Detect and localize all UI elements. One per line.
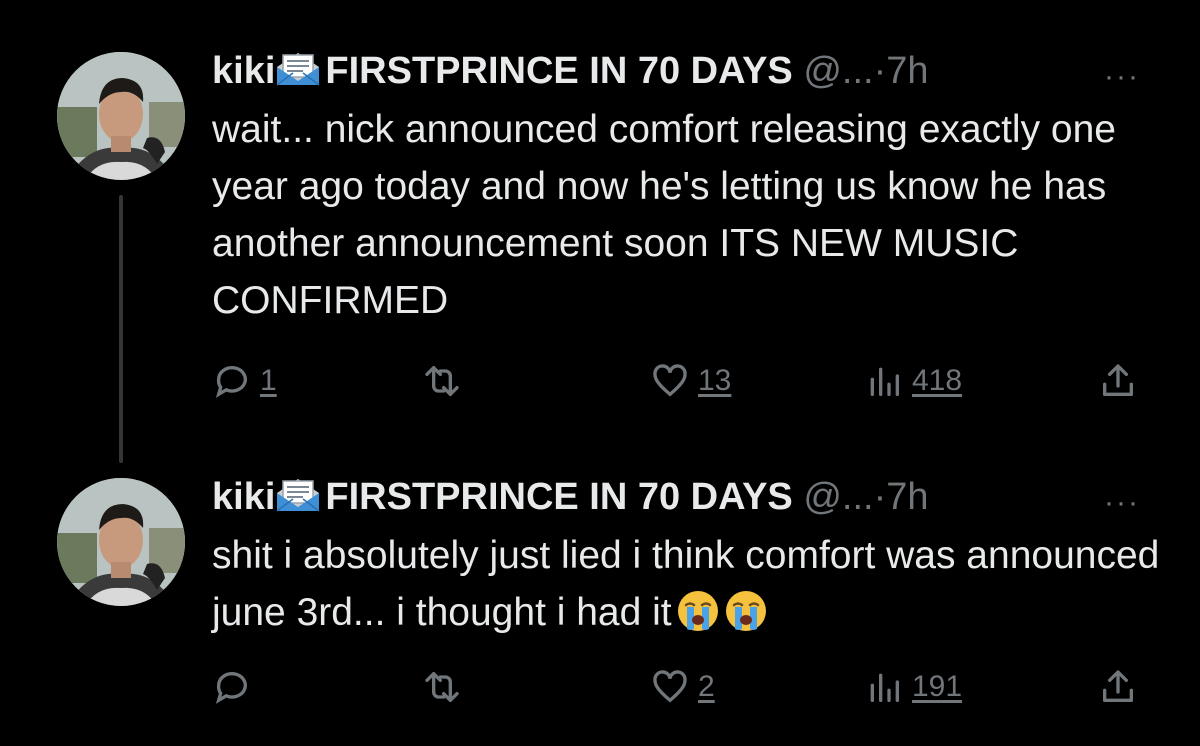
tweet-text: wait... nick announced comfort releasing… <box>212 101 1172 329</box>
loudly-crying-face-icon <box>725 591 766 631</box>
like-icon <box>653 670 687 703</box>
tweet[interactable]: kiki FIRSTPRINCE IN 70 DAYS @...·7h ··· … <box>0 0 1200 463</box>
views-icon <box>870 673 899 702</box>
share-button[interactable] <box>1098 359 1138 403</box>
share-icon <box>1103 670 1133 702</box>
reply-button[interactable]: 1 <box>212 359 277 403</box>
display-name-suffix[interactable]: FIRSTPRINCE IN 70 DAYS <box>325 476 792 518</box>
more-icon[interactable]: ··· <box>1104 486 1140 520</box>
timestamp[interactable]: 7h <box>886 50 928 92</box>
retweet-icon <box>425 366 459 396</box>
tweet-header: kiki FIRSTPRINCE IN 70 DAYS @...·7h <box>212 47 1142 95</box>
view-count: 418 <box>912 364 963 397</box>
tweet-text: shit i absolutely just lied i think comf… <box>212 527 1172 641</box>
envelope-icon <box>276 479 320 512</box>
like-button[interactable]: 2 <box>650 665 715 709</box>
retweet-button[interactable] <box>422 665 470 709</box>
retweet-button[interactable] <box>422 359 470 403</box>
more-icon[interactable]: ··· <box>1104 60 1140 94</box>
display-name[interactable]: kiki <box>212 476 275 518</box>
views-button[interactable]: 191 <box>864 665 962 709</box>
retweet-icon <box>425 672 459 702</box>
separator-dot: · <box>873 476 887 518</box>
handle[interactable]: @... <box>803 50 873 92</box>
timestamp[interactable]: 7h <box>886 476 928 518</box>
separator-dot: · <box>873 50 887 92</box>
avatar[interactable] <box>57 52 185 180</box>
like-button[interactable]: 13 <box>650 359 731 403</box>
thread-line <box>119 195 123 463</box>
loudly-crying-face-icon <box>677 591 718 631</box>
share-icon <box>1103 364 1133 396</box>
like-count: 2 <box>698 670 715 703</box>
envelope-icon <box>276 53 320 86</box>
views-button[interactable]: 418 <box>864 359 962 403</box>
reply-button[interactable] <box>212 665 260 709</box>
tweet-actions: 1 13 418 <box>212 359 1152 403</box>
reply-icon <box>215 366 247 398</box>
like-count: 13 <box>698 364 732 397</box>
view-count: 191 <box>912 670 963 703</box>
display-name-suffix[interactable]: FIRSTPRINCE IN 70 DAYS <box>325 50 792 92</box>
reply-count: 1 <box>260 364 277 397</box>
share-button[interactable] <box>1098 665 1138 709</box>
avatar[interactable] <box>57 478 185 606</box>
tweet-text-content: wait... nick announced comfort releasing… <box>212 108 1116 322</box>
display-name[interactable]: kiki <box>212 50 275 92</box>
like-icon <box>653 364 687 397</box>
tweet[interactable]: kiki FIRSTPRINCE IN 70 DAYS @...·7h ··· … <box>0 460 1200 746</box>
views-icon <box>870 367 899 396</box>
handle[interactable]: @... <box>803 476 873 518</box>
tweet-header: kiki FIRSTPRINCE IN 70 DAYS @...·7h <box>212 473 1142 521</box>
tweet-actions: 2 191 <box>212 665 1152 709</box>
reply-icon <box>215 672 247 704</box>
